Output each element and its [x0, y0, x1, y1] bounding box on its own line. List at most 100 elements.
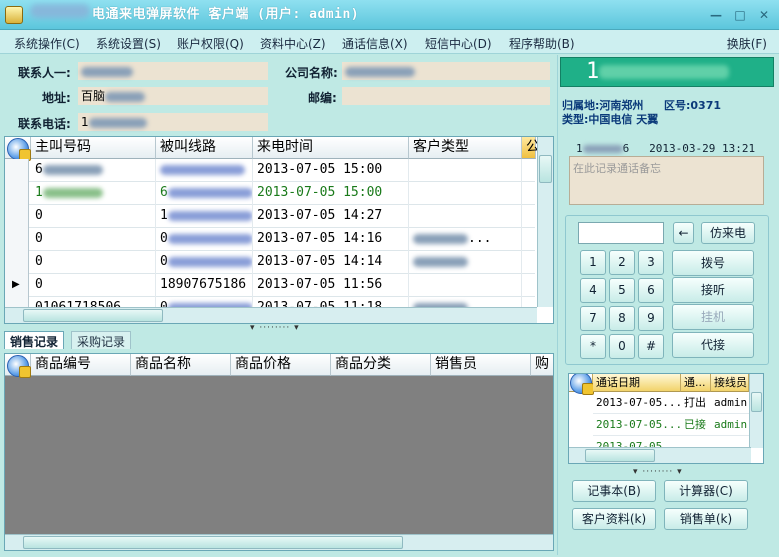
- calls-hscroll[interactable]: [5, 307, 537, 323]
- right-splitter[interactable]: ▾ ········ ▾: [558, 467, 778, 477]
- table-row[interactable]: 0 0 2013-07-05 14:16...: [5, 228, 535, 251]
- table-row[interactable]: 1 6 2013-07-05 15:00: [5, 182, 535, 205]
- cell-type: [409, 274, 522, 297]
- calls-hscroll-thumb[interactable]: [23, 309, 163, 322]
- menu-system-settings[interactable]: 系统设置(S): [96, 35, 161, 52]
- cell-call-kind: 已接: [681, 414, 711, 436]
- redacted-title-blur: [30, 4, 90, 18]
- cell-time: 2013-07-05 11:56: [253, 274, 409, 297]
- row-selector[interactable]: [5, 251, 29, 274]
- sales-hscroll[interactable]: [5, 534, 553, 550]
- history-table-corner: [569, 374, 594, 395]
- col-header-time[interactable]: 来电时间: [253, 137, 409, 159]
- history-vscroll-thumb[interactable]: [751, 392, 762, 412]
- company-field[interactable]: [342, 62, 550, 80]
- key-7-button[interactable]: 7: [580, 306, 606, 331]
- cell-line: [156, 159, 253, 182]
- address-field[interactable]: 百脑: [78, 87, 268, 105]
- col-header-call-kind[interactable]: 通...: [681, 374, 711, 392]
- cell-caller: 0: [31, 228, 156, 251]
- answer-button[interactable]: 接听: [672, 277, 754, 303]
- caller-panel: 1 归属地:河南郑州 区号:0371 类型:中国电信 天翼 16 2013-03…: [557, 55, 777, 555]
- key-hash-button[interactable]: #: [638, 334, 664, 359]
- col-header-call-date[interactable]: 通话日期: [593, 374, 681, 392]
- history-hscroll-thumb[interactable]: [585, 449, 655, 462]
- history-hscroll[interactable]: [569, 447, 751, 463]
- call-note-textarea[interactable]: 在此记录通话备忘: [569, 156, 764, 205]
- cell-line-text: 0: [160, 231, 168, 246]
- cell-caller-text: 6: [35, 162, 43, 177]
- col-header-type[interactable]: 客户类型: [409, 137, 522, 159]
- cell-line: 1: [156, 205, 253, 228]
- col-header-salesperson[interactable]: 销售员: [431, 354, 531, 376]
- dial-number-input[interactable]: [578, 222, 664, 244]
- key-8-button[interactable]: 8: [609, 306, 635, 331]
- col-header-product-code[interactable]: 商品编号: [31, 354, 131, 376]
- col-header-caller[interactable]: 主叫号码: [31, 137, 156, 159]
- sales-hscroll-thumb[interactable]: [23, 536, 403, 549]
- customer-info-button[interactable]: 客户资料(k): [572, 508, 656, 530]
- cell-line-text: 18907675186: [160, 277, 247, 292]
- key-9-button[interactable]: 9: [638, 306, 664, 331]
- col-header-operator[interactable]: 接线员: [711, 374, 749, 392]
- table-row[interactable]: 0 0 2013-07-05 14:14: [5, 251, 535, 274]
- backspace-button[interactable]: ←: [673, 222, 694, 244]
- menu-data-center[interactable]: 资料中心(Z): [260, 35, 326, 52]
- menu-call-info[interactable]: 通话信息(X): [342, 35, 408, 52]
- key-0-button[interactable]: 0: [609, 334, 635, 359]
- cell-line-text: 6: [160, 185, 168, 200]
- col-header-product-name[interactable]: 商品名称: [131, 354, 231, 376]
- phone-field[interactable]: 1: [78, 113, 268, 131]
- key-1-button[interactable]: 1: [580, 250, 606, 275]
- calls-vscroll-thumb[interactable]: [539, 155, 552, 183]
- cell-type: ...: [409, 228, 522, 251]
- horizontal-splitter[interactable]: ▾ ········ ▾: [0, 323, 556, 333]
- cell-line-text: 0: [160, 254, 168, 269]
- minimize-button[interactable]: —: [706, 8, 726, 22]
- col-header-line[interactable]: 被叫线路: [156, 137, 253, 159]
- key-4-button[interactable]: 4: [580, 278, 606, 303]
- maximize-button[interactable]: □: [730, 8, 750, 22]
- key-6-button[interactable]: 6: [638, 278, 664, 303]
- calculator-button[interactable]: 计算器(C): [664, 480, 748, 502]
- menu-account[interactable]: 账户权限(Q): [177, 35, 244, 52]
- cell-time: 2013-07-05 15:00: [253, 182, 409, 205]
- col-header-product-price[interactable]: 商品价格: [231, 354, 331, 376]
- call-history-table: 通话日期 通... 接线员 2013-07-05... 打出 admin 2013-0…: [568, 373, 764, 464]
- menu-help[interactable]: 程序帮助(B): [509, 35, 575, 52]
- key-2-button[interactable]: 2: [609, 250, 635, 275]
- tab-sales[interactable]: 销售记录: [4, 331, 65, 349]
- table-row[interactable]: 0 1 2013-07-05 14:27: [5, 205, 535, 228]
- type-value: 中国电信 天翼: [588, 113, 659, 126]
- menu-skin[interactable]: 换肤(F): [727, 35, 767, 52]
- row-selector[interactable]: [5, 182, 29, 205]
- menu-sms-center[interactable]: 短信中心(D): [425, 35, 492, 52]
- contact-person-field[interactable]: [78, 62, 268, 80]
- calls-vscroll[interactable]: [537, 137, 553, 307]
- key-5-button[interactable]: 5: [609, 278, 635, 303]
- hangup-button[interactable]: 挂机: [672, 304, 754, 330]
- current-row-marker[interactable]: ▶: [5, 274, 29, 297]
- key-3-button[interactable]: 3: [638, 250, 664, 275]
- notepad-button[interactable]: 记事本(B): [572, 480, 656, 502]
- close-button[interactable]: ✕: [754, 8, 774, 22]
- sales-order-button[interactable]: 销售单(k): [664, 508, 748, 530]
- col-header-company[interactable]: 公: [522, 137, 540, 159]
- tab-purchase[interactable]: 采购记录: [71, 331, 132, 349]
- dial-button[interactable]: 拨号: [672, 250, 754, 276]
- menu-system-ops[interactable]: 系统操作(C): [14, 35, 80, 52]
- col-header-purchase[interactable]: 购: [531, 354, 553, 376]
- postcode-field[interactable]: [342, 87, 550, 105]
- col-header-product-category[interactable]: 商品分类: [331, 354, 431, 376]
- row-selector[interactable]: [5, 228, 29, 251]
- key-star-button[interactable]: *: [580, 334, 606, 359]
- history-vscroll[interactable]: [749, 374, 763, 448]
- table-row[interactable]: 6 2013-07-05 15:00: [5, 159, 535, 182]
- table-row[interactable]: ▶ 0 18907675186 2013-07-05 11:56: [5, 274, 535, 297]
- row-selector[interactable]: [5, 205, 29, 228]
- cell-type: [409, 159, 522, 182]
- pickup-button[interactable]: 代接: [672, 332, 754, 358]
- row-selector[interactable]: [5, 159, 29, 182]
- simulate-call-button[interactable]: 仿来电: [701, 222, 755, 244]
- cell-time-text: 2013-07-05 14:14: [257, 254, 383, 269]
